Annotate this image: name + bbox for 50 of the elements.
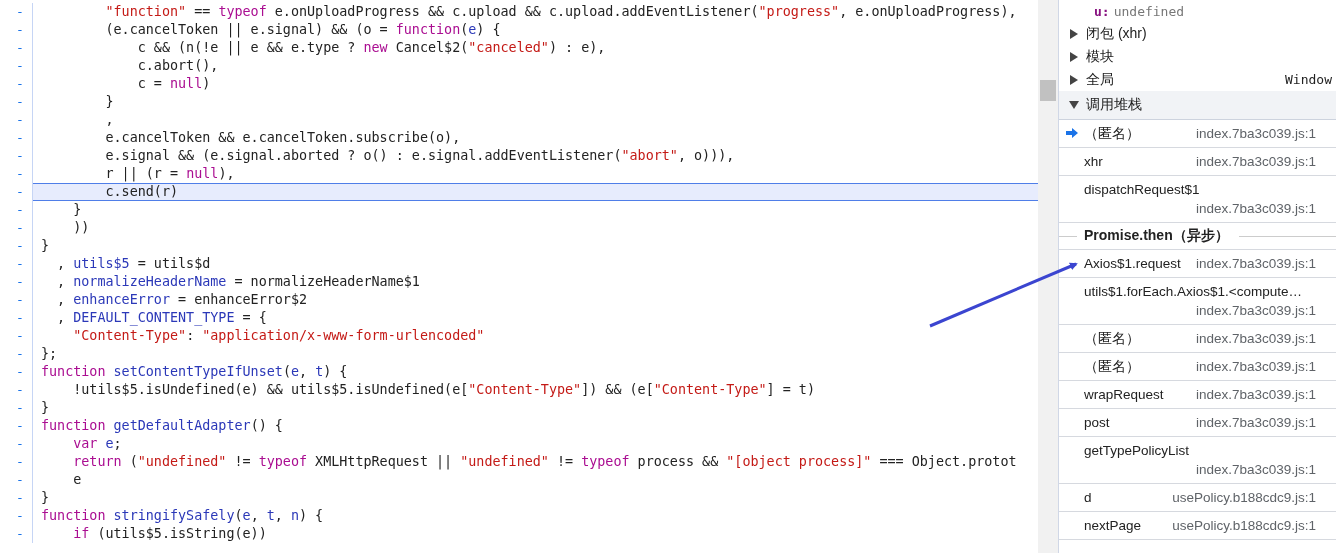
code-line: c = null) bbox=[136, 75, 212, 93]
call-frame[interactable]: xhr index.7ba3c039.js:1 bbox=[1059, 148, 1336, 176]
code-line: e.cancelToken && e.cancelToken.subscribe(o), bbox=[104, 129, 462, 147]
variable-name: u: bbox=[1094, 3, 1110, 19]
code-line: )) bbox=[72, 219, 91, 237]
code-line: function stringifySafely(e, t, n) { bbox=[40, 507, 325, 525]
call-frame[interactable]: d usePolicy.b188cdc9.js:1 bbox=[1059, 484, 1336, 512]
code-line: } bbox=[40, 237, 51, 255]
call-frame[interactable]: （匿名） index.7ba3c039.js:1 bbox=[1059, 325, 1336, 353]
code-line: if (utils$5.isString(e)) bbox=[72, 525, 268, 543]
call-frame[interactable]: utils$1.forEach.Axios$1.<compute… index.7ba3c039.js:1 bbox=[1059, 278, 1336, 325]
code-line: } bbox=[40, 399, 51, 417]
code-line: , enhanceError = enhanceError$2 bbox=[56, 291, 309, 309]
call-frame[interactable]: Axios$1.request index.7ba3c039.js:1 bbox=[1059, 250, 1336, 278]
scrollbar-thumb[interactable] bbox=[1040, 80, 1056, 101]
scope-item[interactable]: 模块 bbox=[1059, 45, 1336, 68]
code-line: "function" == typeof e.onUploadProgress && c.upload && c.upload.addEventListener("progress", e.onUploadProgress), bbox=[104, 3, 1018, 21]
code-line: } bbox=[40, 489, 51, 507]
call-frame[interactable]: getTypePolicyList index.7ba3c039.js:1 bbox=[1059, 437, 1336, 484]
code-line: , bbox=[104, 111, 115, 129]
code-line: !utils$5.isUndefined(e) && utils$5.isUndefined(e["Content-Type"]) && (e["Content-Type"] = t) bbox=[72, 381, 816, 399]
variable-value: undefined bbox=[1113, 3, 1185, 19]
call-frame[interactable]: wrapRequest index.7ba3c039.js:1 bbox=[1059, 381, 1336, 409]
code-line: e.signal && (e.signal.aborted ? o() : e.signal.addEventListener("abort", o))), bbox=[104, 147, 736, 165]
code-line: e bbox=[72, 471, 83, 489]
code-line: , normalizeHeaderName = normalizeHeaderName$1 bbox=[56, 273, 421, 291]
call-frame[interactable]: dispatchRequest$1 index.7ba3c039.js:1 bbox=[1059, 176, 1336, 223]
section-header[interactable]: 调用堆栈 bbox=[1059, 91, 1336, 120]
call-frame[interactable]: nextPage usePolicy.b188cdc9.js:1 bbox=[1059, 512, 1336, 540]
code-line: "Content-Type": "application/x-www-form-urlencoded" bbox=[72, 327, 486, 345]
code-line: c.abort(), bbox=[136, 57, 220, 75]
code-line: r || (r = null), bbox=[104, 165, 236, 183]
code-line: , utils$5 = utils$d bbox=[56, 255, 212, 273]
scrollbar[interactable] bbox=[1038, 0, 1058, 553]
code-line: function setContentTypeIfUnset(e, t) { bbox=[40, 363, 349, 381]
call-frame[interactable]: post index.7ba3c039.js:1 bbox=[1059, 409, 1336, 437]
code-line: c && (n(!e || e && e.type ? new Cancel$2("canceled") : e), bbox=[136, 39, 607, 57]
code-line: return ("undefined" != typeof XMLHttpRequest || "undefined" != typeof process && "[object process]" === Object.protot bbox=[72, 453, 1018, 471]
code-line: (e.cancelToken || e.signal) && (o = function(e) { bbox=[104, 21, 502, 39]
scope-item[interactable]: 全局 Window bbox=[1059, 68, 1336, 91]
scope-item[interactable]: 闭包 (xhr) bbox=[1059, 22, 1336, 45]
async-separator-label: Promise.then（异步） bbox=[1084, 227, 1229, 245]
call-frame[interactable]: （匿名） index.7ba3c039.js:1 bbox=[1059, 353, 1336, 381]
code-line: }; bbox=[40, 345, 59, 363]
code-line: function getDefaultAdapter() { bbox=[40, 417, 284, 435]
code-line: , DEFAULT_CONTENT_TYPE = { bbox=[56, 309, 268, 327]
call-frame[interactable]: （匿名） index.7ba3c039.js:1 bbox=[1059, 120, 1336, 148]
code-line: var e; bbox=[72, 435, 123, 453]
code-line: } bbox=[104, 93, 115, 111]
code-line: } bbox=[72, 201, 83, 219]
